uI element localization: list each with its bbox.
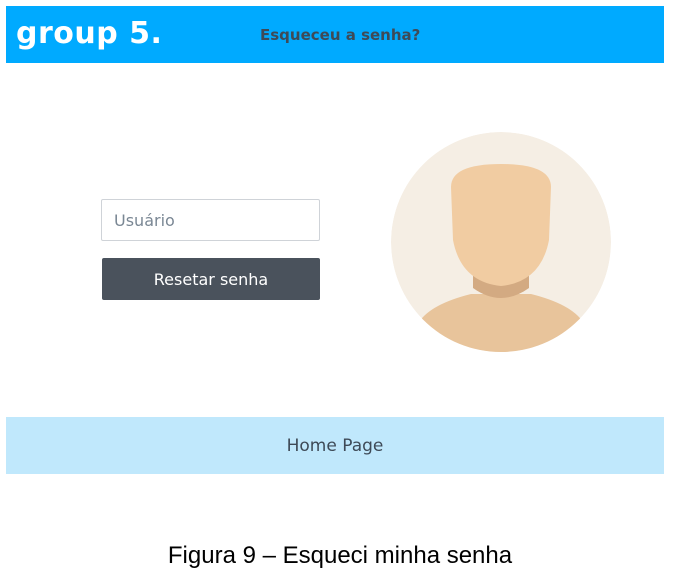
figure-caption: Figura 9 – Esqueci minha senha — [167, 542, 513, 569]
page-title: Esqueceu a senha? — [260, 26, 421, 44]
reset-password-button[interactable]: Resetar senha — [102, 258, 320, 300]
username-input[interactable] — [101, 199, 320, 241]
logo[interactable]: group 5. — [16, 15, 162, 53]
top-header: group 5. Esqueceu a senha? — [6, 6, 664, 63]
avatar-placeholder-icon — [391, 132, 611, 352]
home-page-bar: Home Page — [6, 417, 664, 474]
home-page-link[interactable]: Home Page — [287, 436, 384, 456]
